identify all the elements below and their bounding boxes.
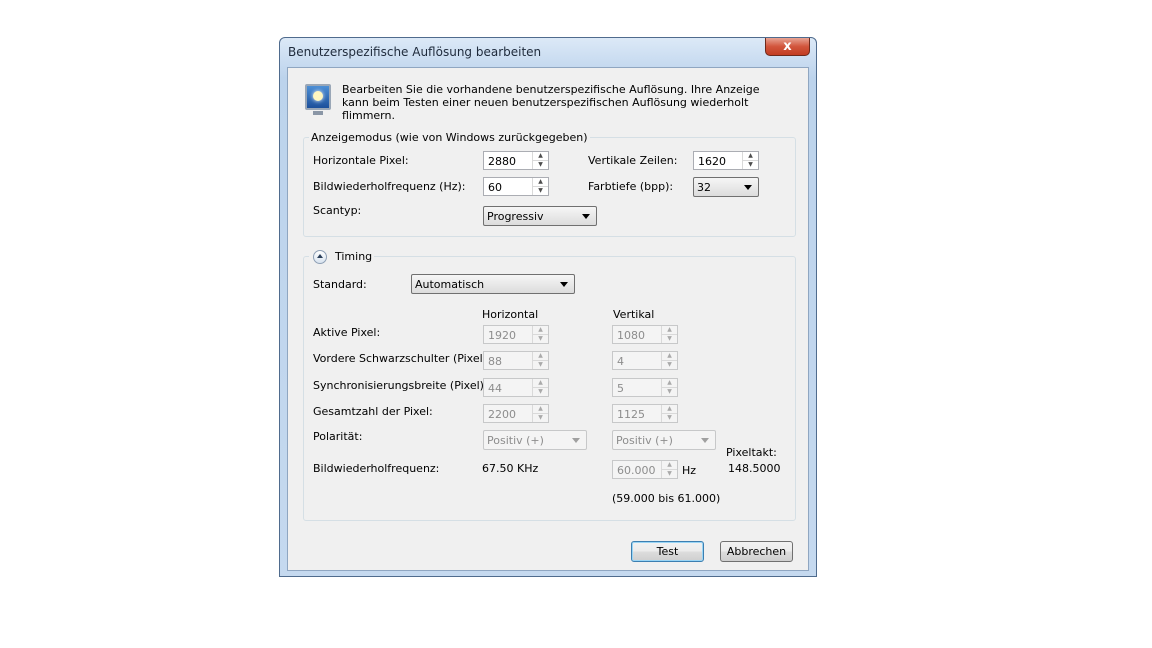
horizontal-pixels-stepper[interactable]: 2880 ▲ ▼ <box>483 151 549 170</box>
total-pixels-label: Gesamtzahl der Pixel: <box>313 405 433 418</box>
cancel-button[interactable]: Abbrechen <box>720 541 793 562</box>
front-porch-h-stepper: 88 ▲ ▼ <box>483 351 549 370</box>
polarity-h-value: Positiv (+) <box>487 434 544 447</box>
color-depth-label: Farbtiefe (bpp): <box>588 180 674 193</box>
spin-up-icon: ▲ <box>662 405 677 414</box>
dialog-window: Benutzerspezifische Auflösung bearbeiten… <box>279 37 817 577</box>
front-porch-h-value: 88 <box>488 355 502 368</box>
total-pixels-v-value: 1125 <box>617 408 645 421</box>
active-pixels-v-stepper: 1080 ▲ ▼ <box>612 325 678 344</box>
refresh-v-stepper: 60.000 ▲ ▼ <box>612 460 678 479</box>
sync-width-h-stepper: 44 ▲ ▼ <box>483 378 549 397</box>
spin-down-icon: ▼ <box>667 361 672 368</box>
front-porch-v-stepper: 4 ▲ ▼ <box>612 351 678 370</box>
vertical-lines-value: 1620 <box>698 155 726 168</box>
spin-down-icon: ▼ <box>538 388 543 395</box>
spin-down-icon[interactable]: ▼ <box>743 161 758 169</box>
spin-down-icon: ▼ <box>667 470 672 477</box>
spin-up-icon[interactable]: ▲ <box>743 152 758 161</box>
dialog-client: Bearbeiten Sie die vorhandene benutzersp… <box>287 67 809 571</box>
dialog-title: Benutzerspezifische Auflösung bearbeiten <box>288 45 542 59</box>
monitor-icon <box>305 84 331 115</box>
scan-type-label: Scantyp: <box>313 204 362 217</box>
refresh-v-unit: Hz <box>682 464 697 477</box>
pixel-clock-label: Pixeltakt: <box>726 446 777 459</box>
front-porch-label: Vordere Schwarzschulter (Pixel): <box>313 352 491 365</box>
polarity-v-value: Positiv (+) <box>616 434 673 447</box>
chevron-down-icon <box>560 282 568 287</box>
spin-down-icon[interactable]: ▼ <box>533 187 548 195</box>
refresh-label: Bildwiederholfrequenz: <box>313 462 440 475</box>
active-pixels-v-value: 1080 <box>617 329 645 342</box>
column-vertical-label: Vertikal <box>613 308 655 321</box>
close-button[interactable]: x <box>765 38 810 56</box>
collapse-up-icon[interactable] <box>313 250 327 264</box>
sync-width-v-stepper: 5 ▲ ▼ <box>612 378 678 397</box>
polarity-h-select: Positiv (+) <box>483 430 587 450</box>
active-pixels-h-value: 1920 <box>488 329 516 342</box>
horizontal-pixels-value: 2880 <box>488 155 516 168</box>
display-mode-legend: Anzeigemodus (wie von Windows zurückgege… <box>311 131 588 144</box>
vertical-lines-label: Vertikale Zeilen: <box>588 154 678 167</box>
test-button[interactable]: Test <box>631 541 704 562</box>
spin-up-icon: ▲ <box>533 352 548 361</box>
color-depth-value: 32 <box>697 181 711 194</box>
sync-width-label: Synchronisierungsbreite (Pixel): <box>313 379 488 392</box>
spin-down-icon[interactable]: ▼ <box>533 161 548 169</box>
color-depth-select[interactable]: 32 <box>693 177 759 197</box>
spin-up-icon: ▲ <box>533 405 548 414</box>
standard-select[interactable]: Automatisch <box>411 274 575 294</box>
pixel-clock-value: 148.5000 <box>728 462 781 475</box>
scan-type-select[interactable]: Progressiv <box>483 206 597 226</box>
active-pixels-label: Aktive Pixel: <box>313 326 381 339</box>
spin-up-icon[interactable]: ▲ <box>533 178 548 187</box>
standard-value: Automatisch <box>415 278 485 291</box>
chevron-down-icon <box>701 438 709 443</box>
refresh-range: (59.000 bis 61.000) <box>612 492 721 505</box>
spin-up-icon[interactable]: ▲ <box>533 152 548 161</box>
spin-down-icon: ▼ <box>538 335 543 342</box>
vertical-lines-stepper[interactable]: 1620 ▲ ▼ <box>693 151 759 170</box>
column-horizontal-label: Horizontal <box>482 308 539 321</box>
chevron-down-icon <box>582 214 590 219</box>
spin-down-icon: ▼ <box>667 414 672 421</box>
total-pixels-v-stepper: 1125 ▲ ▼ <box>612 404 678 423</box>
spin-up-icon: ▲ <box>662 379 677 388</box>
refresh-rate-stepper[interactable]: 60 ▲ ▼ <box>483 177 549 196</box>
spin-down-icon: ▼ <box>538 361 543 368</box>
chevron-down-icon <box>572 438 580 443</box>
polarity-v-select: Positiv (+) <box>612 430 716 450</box>
spin-down-icon: ▼ <box>538 414 543 421</box>
refresh-h-value: 67.50 KHz <box>482 462 539 475</box>
total-pixels-h-value: 2200 <box>488 408 516 421</box>
spin-up-icon: ▲ <box>533 326 548 335</box>
active-pixels-h-stepper: 1920 ▲ ▼ <box>483 325 549 344</box>
chevron-down-icon <box>744 185 752 190</box>
intro-text: Bearbeiten Sie die vorhandene benutzersp… <box>342 83 760 122</box>
spin-up-icon: ▲ <box>662 326 677 335</box>
standard-label: Standard: <box>313 278 367 291</box>
polarity-label: Polarität: <box>313 430 363 443</box>
sync-width-h-value: 44 <box>488 382 502 395</box>
refresh-v-value: 60.000 <box>617 464 656 477</box>
spin-up-icon: ▲ <box>662 352 677 361</box>
refresh-rate-label: Bildwiederholfrequenz (Hz): <box>313 180 466 193</box>
refresh-rate-value: 60 <box>488 181 502 194</box>
spin-up-icon: ▲ <box>662 461 677 470</box>
sync-width-v-value: 5 <box>617 382 624 395</box>
spin-up-icon: ▲ <box>533 379 548 388</box>
spin-down-icon: ▼ <box>667 388 672 395</box>
close-icon: x <box>783 39 792 54</box>
scan-type-value: Progressiv <box>487 210 544 223</box>
spin-down-icon: ▼ <box>667 335 672 342</box>
front-porch-v-value: 4 <box>617 355 624 368</box>
horizontal-pixels-label: Horizontale Pixel: <box>313 154 409 167</box>
total-pixels-h-stepper: 2200 ▲ ▼ <box>483 404 549 423</box>
